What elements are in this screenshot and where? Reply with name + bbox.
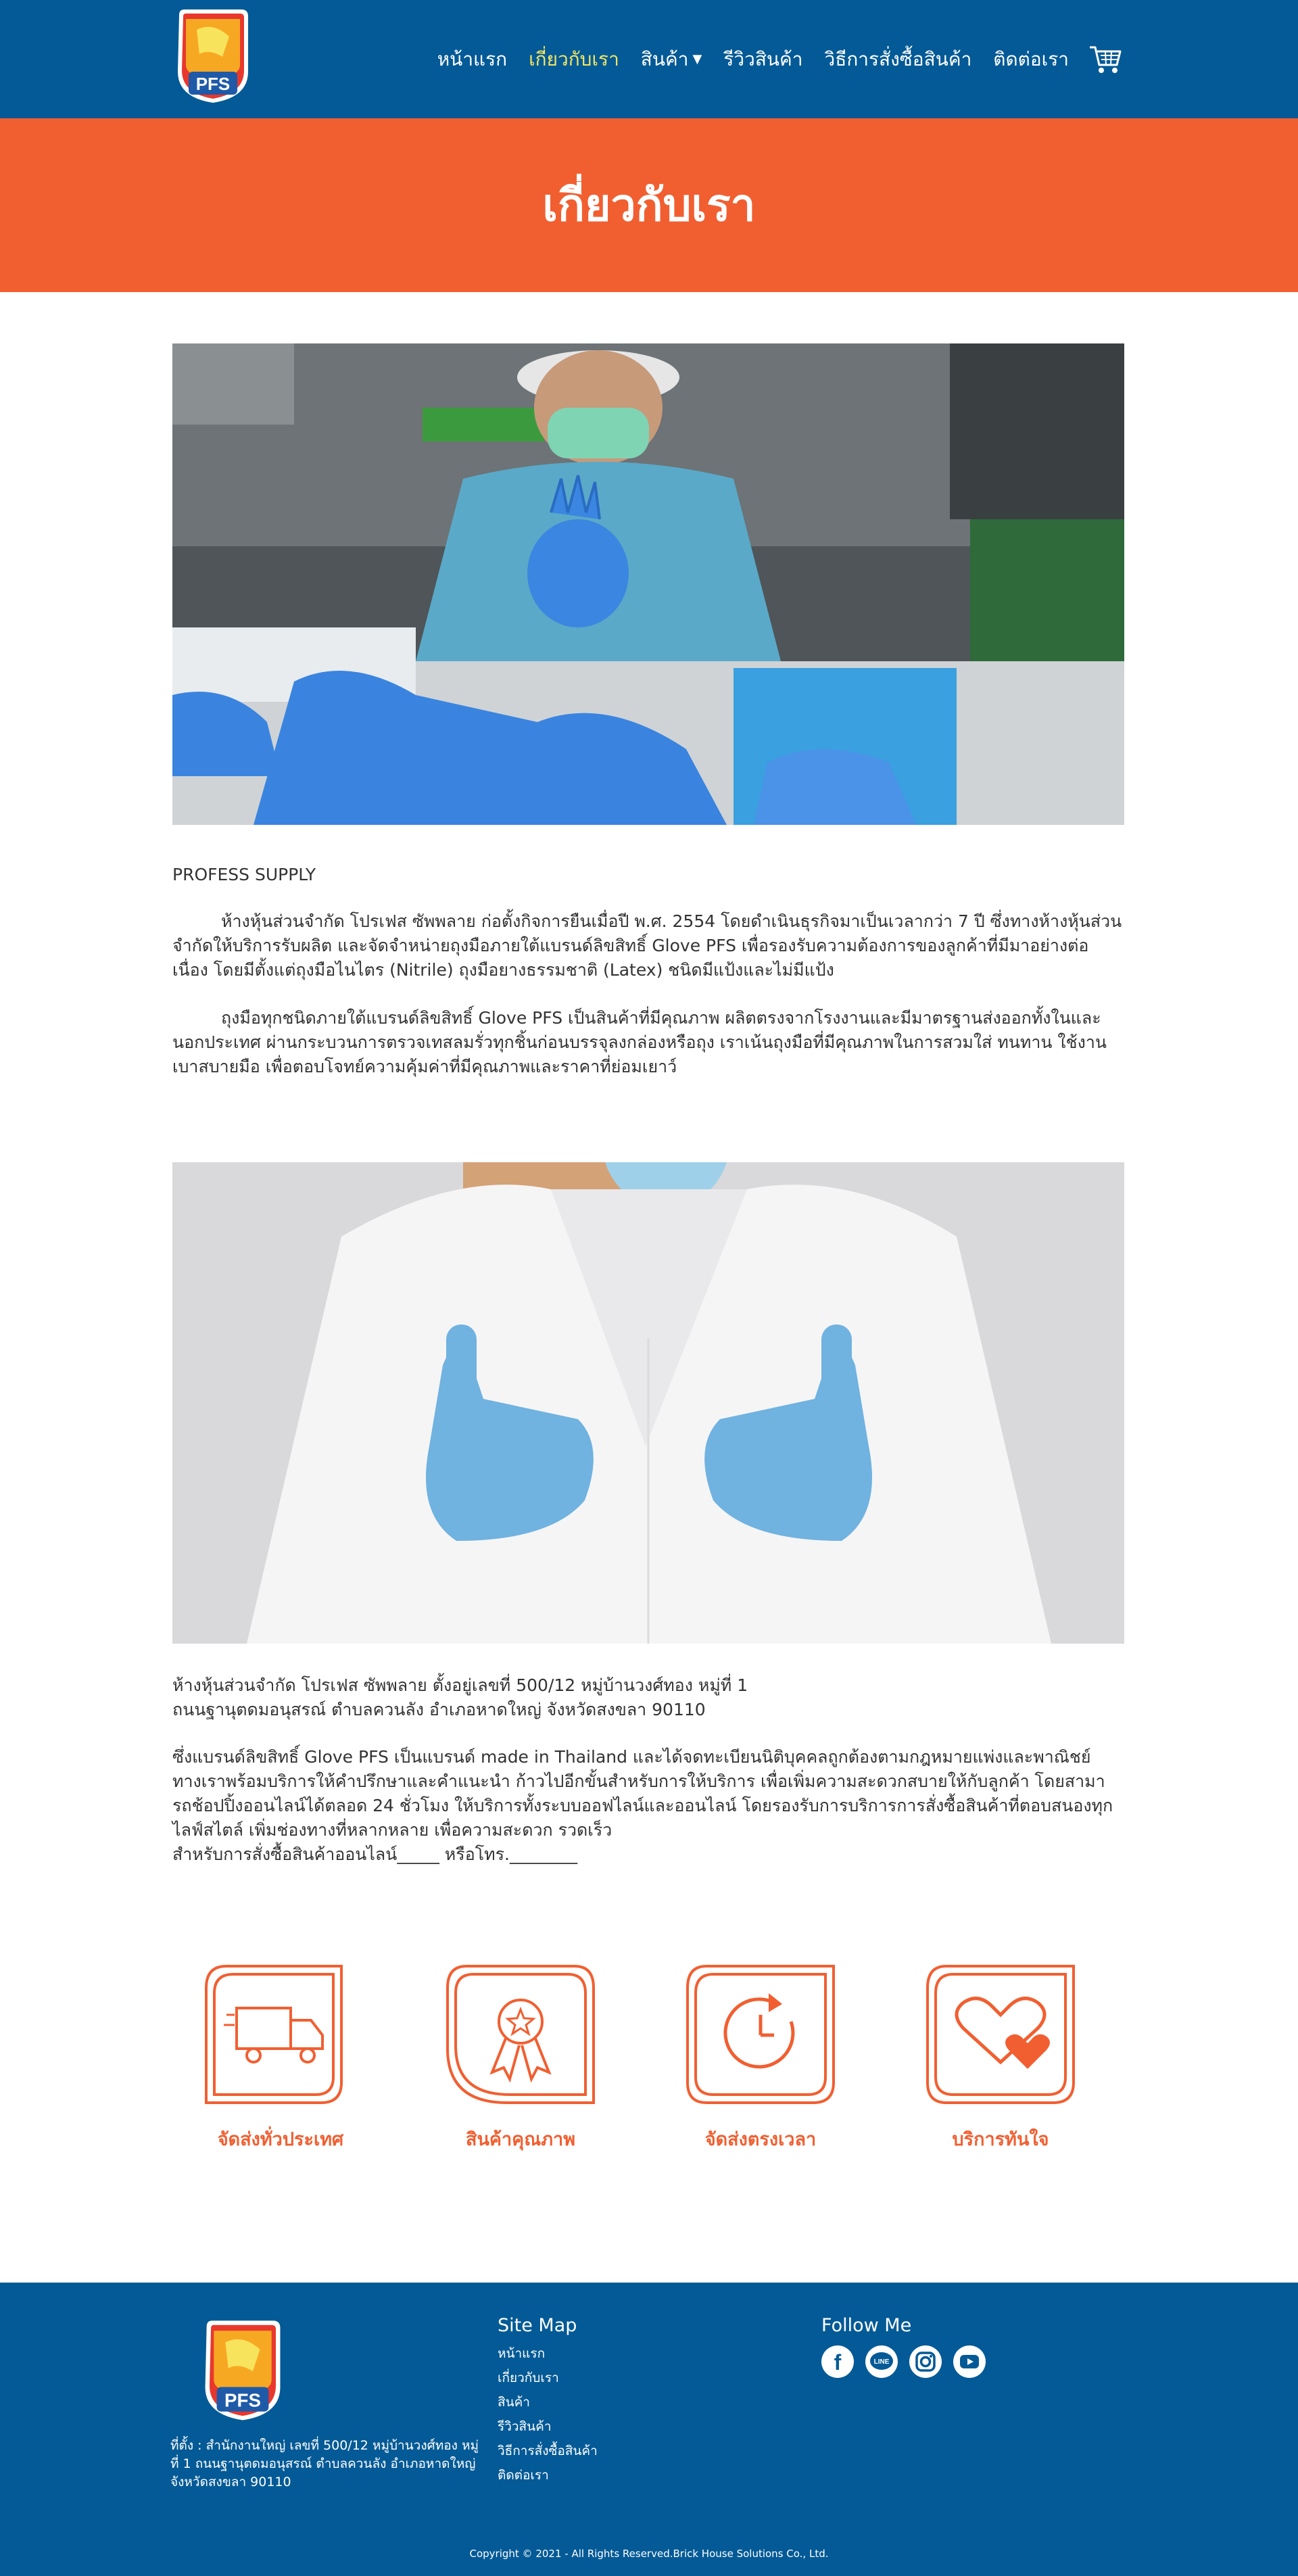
feature-label: สินค้าคุณภาพ — [465, 2129, 576, 2150]
sitemap-link-reviews[interactable]: รีวิวสินค้า — [498, 2414, 598, 2439]
feature-label: บริการทันใจ — [952, 2129, 1049, 2150]
about-paragraph-2: ถุงมือทุกชนิดภายใต้แบรนด์ลิขสิทธิ์ Glove… — [172, 1008, 1107, 1076]
svg-text:LINE: LINE — [874, 2358, 890, 2366]
sitemap-link-contact[interactable]: ติดต่อเรา — [498, 2463, 598, 2487]
factory-worker-photo — [172, 343, 1124, 825]
page-banner: เกี่ยวกับเรา — [0, 118, 1298, 292]
award-badge-icon — [446, 1965, 595, 2104]
footer-logo-text: PFS — [224, 2389, 261, 2410]
feature-nationwide-shipping: จัดส่งทั่วประเทศ — [193, 1961, 368, 2153]
site-footer: PFS ที่ตั้ง : สำนักงานใหญ่ เลขที่ 500/12… — [0, 2283, 1298, 2576]
feature-quality-products: สินค้าคุณภาพ — [433, 1961, 608, 2153]
logo-text: PFS — [196, 74, 231, 94]
feature-label: จัดส่งตรงเวลา — [704, 2129, 817, 2150]
clock-icon — [686, 1965, 835, 2104]
nav-home[interactable]: หน้าแรก — [437, 45, 507, 74]
feature-label: จัดส่งทั่วประเทศ — [217, 2129, 344, 2150]
nav-home-label: หน้าแรก — [437, 47, 508, 70]
youtube-icon[interactable] — [953, 2345, 986, 2378]
line-icon[interactable]: LINE — [865, 2345, 898, 2378]
footer-logo[interactable]: PFS — [199, 2320, 286, 2422]
footer-sitemap: Site Map หน้าแรก เกี่ยวกับเรา สินค้า รีว… — [498, 2315, 598, 2487]
address-line-2: ถนนฐานุตดมอนุสรณ์ ตำบลควนลัง อำเภอหาดใหญ… — [172, 1700, 706, 1719]
nav-products-label: สินค้า — [640, 47, 689, 70]
footer-address: ที่ตั้ง : สำนักงานใหญ่ เลขที่ 500/12 หมู… — [170, 2438, 479, 2489]
about-paragraph-1: ห้างหุ้นส่วนจำกัด โปรเฟส ซัพพลาย ก่อตั้ง… — [172, 911, 1122, 980]
nav-how-to-order[interactable]: วิธีการสั่งซื้อสินค้า — [825, 45, 972, 74]
heart-icon — [926, 1965, 1075, 2104]
caret-down-icon: ▼ — [692, 52, 702, 66]
footer-follow: Follow Me f LINE — [821, 2315, 986, 2378]
facebook-icon[interactable]: f — [821, 2345, 854, 2378]
nav-about-label: เกี่ยวกับเรา — [529, 47, 619, 70]
brand-intro-text: ซึ่งแบรนด์ลิขสิทธิ์ Glove PFS เป็นแบรนด์… — [172, 1747, 1113, 1840]
page-title: เกี่ยวกับเรา — [542, 179, 756, 231]
main-nav: หน้าแรก เกี่ยวกับเรา สินค้า ▼ รีวิวสินค้า… — [437, 0, 1123, 118]
company-address: ห้างหุ้นส่วนจำกัด โปรเฟส ซัพพลาย ตั้งอยู… — [172, 1673, 1124, 1722]
site-logo[interactable]: PFS — [172, 9, 254, 104]
nav-contact[interactable]: ติดต่อเรา — [993, 45, 1069, 74]
sitemap-title: Site Map — [498, 2315, 577, 2336]
nav-products[interactable]: สินค้า ▼ — [641, 45, 702, 74]
thumbs-up-gloves-photo — [172, 1162, 1124, 1644]
sitemap-link-products[interactable]: สินค้า — [498, 2390, 598, 2414]
sitemap-link-home[interactable]: หน้าแรก — [498, 2341, 598, 2366]
nav-reviews-label: รีวิวสินค้า — [723, 47, 803, 70]
brand-intro: ซึ่งแบรนด์ลิขสิทธิ์ Glove PFS เป็นแบรนด์… — [172, 1745, 1124, 1867]
nav-about[interactable]: เกี่ยวกับเรา — [529, 45, 619, 74]
svg-text:f: f — [834, 2350, 842, 2375]
sitemap-link-how-to-order[interactable]: วิธีการสั่งซื้อสินค้า — [498, 2439, 598, 2463]
feature-list: จัดส่งทั่วประเทศ สินค้าคุณภาพ จัดส่งตรงเ… — [172, 1961, 1124, 2164]
follow-title: Follow Me — [821, 2315, 912, 2336]
feature-on-time-delivery: จัดส่งตรงเวลา — [673, 1961, 848, 2153]
instagram-icon[interactable] — [909, 2345, 942, 2378]
site-header: PFS หน้าแรก เกี่ยวกับเรา สินค้า ▼ รีวิวสิ… — [0, 0, 1298, 118]
cart-icon[interactable] — [1088, 42, 1123, 77]
social-links: f LINE — [821, 2345, 986, 2378]
nav-reviews[interactable]: รีวิวสินค้า — [723, 45, 802, 74]
feature-fast-service: บริการทันใจ — [913, 1961, 1088, 2153]
copyright-text: Copyright © 2021 - All Rights Reserved.B… — [469, 2548, 829, 2560]
order-line: สำหรับการสั่งซื้อสินค้าออนไลน์_____ หรือ… — [172, 1844, 577, 1864]
nav-contact-label: ติดต่อเรา — [993, 47, 1069, 70]
brand-heading: PROFESS SUPPLY — [172, 865, 316, 884]
address-line-1: ห้างหุ้นส่วนจำกัด โปรเฟส ซัพพลาย ตั้งอยู… — [172, 1675, 748, 1695]
truck-icon — [205, 1965, 343, 2104]
nav-how-to-order-label: วิธีการสั่งซื้อสินค้า — [824, 47, 972, 70]
sitemap-link-about[interactable]: เกี่ยวกับเรา — [498, 2366, 598, 2390]
